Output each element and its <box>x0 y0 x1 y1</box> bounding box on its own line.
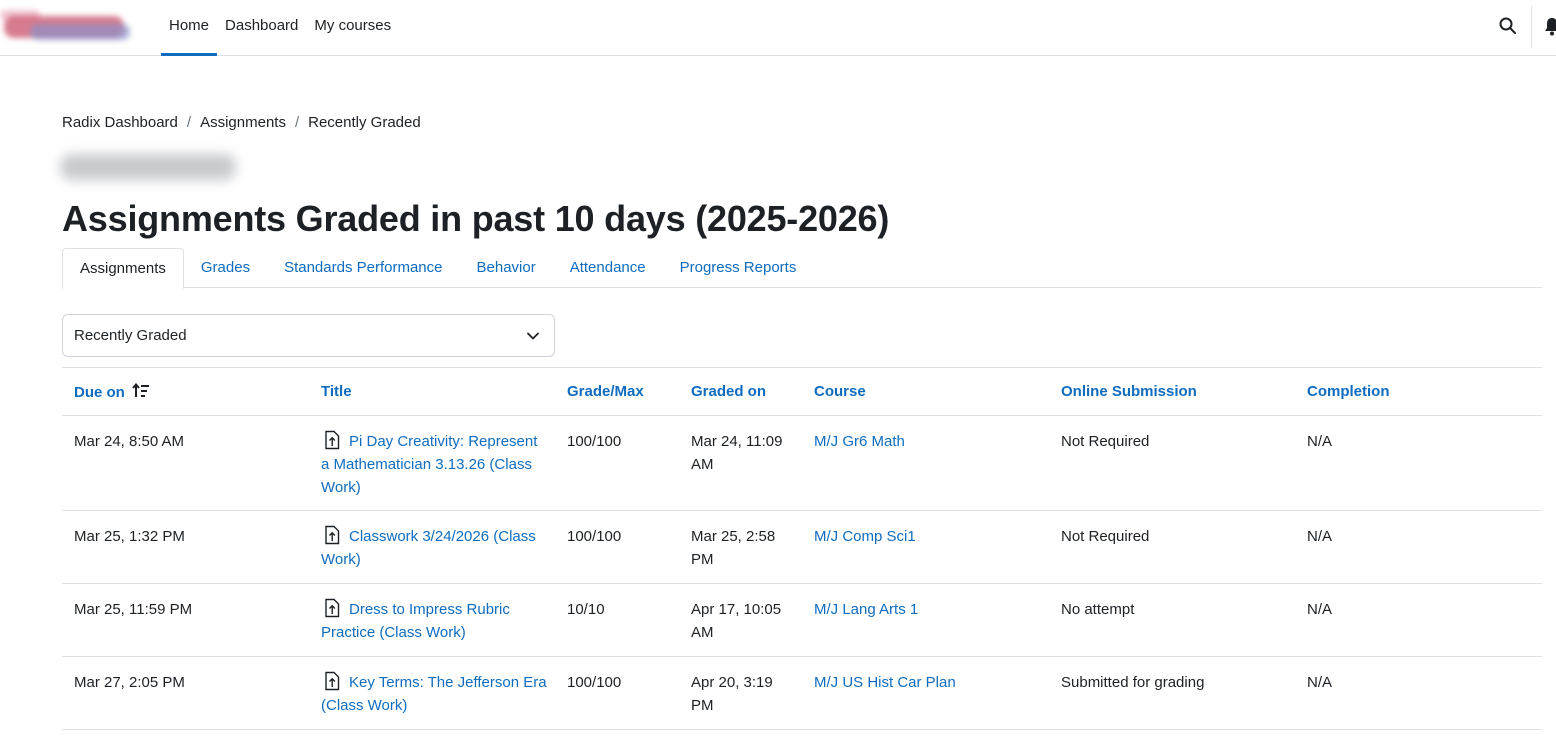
grade-max-cell: 100/100 <box>567 433 622 450</box>
graded-on-cell: Mar 25, 2:58 PM <box>691 528 776 568</box>
table-row: Mar 25, 1:32 PM Classwork 3/24/2026 (Cla… <box>62 511 1542 584</box>
breadcrumb-radix-dashboard[interactable]: Radix Dashboard <box>62 114 178 131</box>
assignment-title-link[interactable]: Key Terms: The Jefferson Era (Class Work… <box>321 674 547 714</box>
course-link[interactable]: M/J Gr6 Math <box>814 430 905 453</box>
title-cell: Classwork 3/24/2026 (Class Work) <box>321 525 549 571</box>
column-header-online-submission[interactable]: Online Submission <box>1061 383 1197 400</box>
completion-cell: N/A <box>1307 674 1333 691</box>
grade-max-cell: 10/10 <box>567 601 605 618</box>
column-header-grade-max[interactable]: Grade/Max <box>567 383 644 400</box>
navbar-divider <box>1531 6 1532 48</box>
breadcrumb-separator: / <box>294 114 300 131</box>
breadcrumb-assignments[interactable]: Assignments <box>200 114 286 131</box>
site-logo[interactable] <box>0 10 138 50</box>
assignment-upload-icon <box>325 671 340 691</box>
title-cell: Dress to Impress Rubric Practice (Class … <box>321 598 549 644</box>
top-navbar: Home Dashboard My courses <box>0 0 1556 56</box>
column-header-course[interactable]: Course <box>814 383 866 400</box>
page-title: Assignments Graded in past 10 days (2025… <box>62 198 890 239</box>
assignment-title-link[interactable]: Classwork 3/24/2026 (Class Work) <box>321 528 536 568</box>
tab-assignments[interactable]: Assignments <box>62 248 184 289</box>
due-on-cell: Mar 25, 1:32 PM <box>74 528 185 545</box>
completion-cell: N/A <box>1307 528 1333 545</box>
student-name-redacted <box>60 148 240 184</box>
due-on-cell: Mar 27, 2:05 PM <box>74 674 185 691</box>
assignment-upload-icon <box>325 598 340 618</box>
completion-cell: N/A <box>1307 601 1333 618</box>
due-on-cell: Mar 25, 11:59 PM <box>74 601 193 618</box>
title-cell: Pi Day Creativity: Represent a Mathemati… <box>321 430 549 499</box>
notifications-bell-icon[interactable] <box>1543 16 1556 36</box>
graded-assignments-table: Due on Title Grade/Max Graded on Course … <box>62 367 1542 730</box>
tab-standards-performance[interactable]: Standards Performance <box>267 248 459 288</box>
assignment-title-link[interactable]: Dress to Impress Rubric Practice (Class … <box>321 601 510 641</box>
course-link[interactable]: M/J Lang Arts 1 <box>814 598 918 621</box>
assignment-filter-select[interactable]: Recently Graded <box>62 314 555 357</box>
chevron-down-icon <box>527 332 539 340</box>
graded-on-cell: Mar 24, 11:09 AM <box>691 433 783 473</box>
nav-home-link[interactable]: Home <box>161 0 218 56</box>
breadcrumb-recently-graded: Recently Graded <box>308 114 421 131</box>
assignment-filter-value: Recently Graded <box>74 327 187 344</box>
tab-progress-reports[interactable]: Progress Reports <box>663 248 814 288</box>
due-on-cell: Mar 24, 8:50 AM <box>74 433 185 450</box>
course-link[interactable]: M/J US Hist Car Plan <box>814 671 956 694</box>
breadcrumb: Radix Dashboard / Assignments / Recently… <box>62 114 421 131</box>
online-submission-cell: Submitted for grading <box>1061 674 1205 691</box>
column-header-due-on[interactable]: Due on <box>74 383 150 401</box>
table-row: Mar 24, 8:50 AM Pi Day Creativity: Repre… <box>62 416 1542 511</box>
assignment-upload-icon <box>325 525 340 545</box>
online-submission-cell: Not Required <box>1061 433 1150 450</box>
nav-dashboard-link[interactable]: Dashboard <box>217 0 306 56</box>
tab-grades[interactable]: Grades <box>184 248 267 288</box>
report-tabs: Assignments Grades Standards Performance… <box>62 248 1542 289</box>
column-header-due-on-label: Due on <box>74 384 125 401</box>
search-icon[interactable] <box>1498 16 1518 36</box>
tab-behavior[interactable]: Behavior <box>460 248 553 288</box>
graded-on-cell: Apr 20, 3:19 PM <box>691 674 773 714</box>
completion-cell: N/A <box>1307 433 1333 450</box>
title-cell: Key Terms: The Jefferson Era (Class Work… <box>321 671 549 717</box>
table-row: Mar 25, 11:59 PM Dress to Impress Rubric… <box>62 584 1542 657</box>
assignment-title-link[interactable]: Pi Day Creativity: Represent a Mathemati… <box>321 433 537 496</box>
nav-my-courses-link[interactable]: My courses <box>306 0 399 56</box>
column-header-completion[interactable]: Completion <box>1307 383 1390 400</box>
assignment-upload-icon <box>325 430 340 450</box>
grade-max-cell: 100/100 <box>567 528 622 545</box>
graded-on-cell: Apr 17, 10:05 AM <box>691 601 782 641</box>
column-header-graded-on[interactable]: Graded on <box>691 383 766 400</box>
column-header-title[interactable]: Title <box>321 383 352 400</box>
online-submission-cell: Not Required <box>1061 528 1150 545</box>
sort-ascending-icon[interactable] <box>132 383 150 399</box>
breadcrumb-separator: / <box>186 114 192 131</box>
table-header-row: Due on Title Grade/Max Graded on Course … <box>62 367 1542 416</box>
course-link[interactable]: M/J Comp Sci1 <box>814 525 916 548</box>
tab-attendance[interactable]: Attendance <box>553 248 663 288</box>
online-submission-cell: No attempt <box>1061 601 1135 618</box>
primary-navigation: Home Dashboard My courses <box>161 0 399 56</box>
grade-max-cell: 100/100 <box>567 674 622 691</box>
table-row: Mar 27, 2:05 PM Key Terms: The Jefferson… <box>62 657 1542 730</box>
